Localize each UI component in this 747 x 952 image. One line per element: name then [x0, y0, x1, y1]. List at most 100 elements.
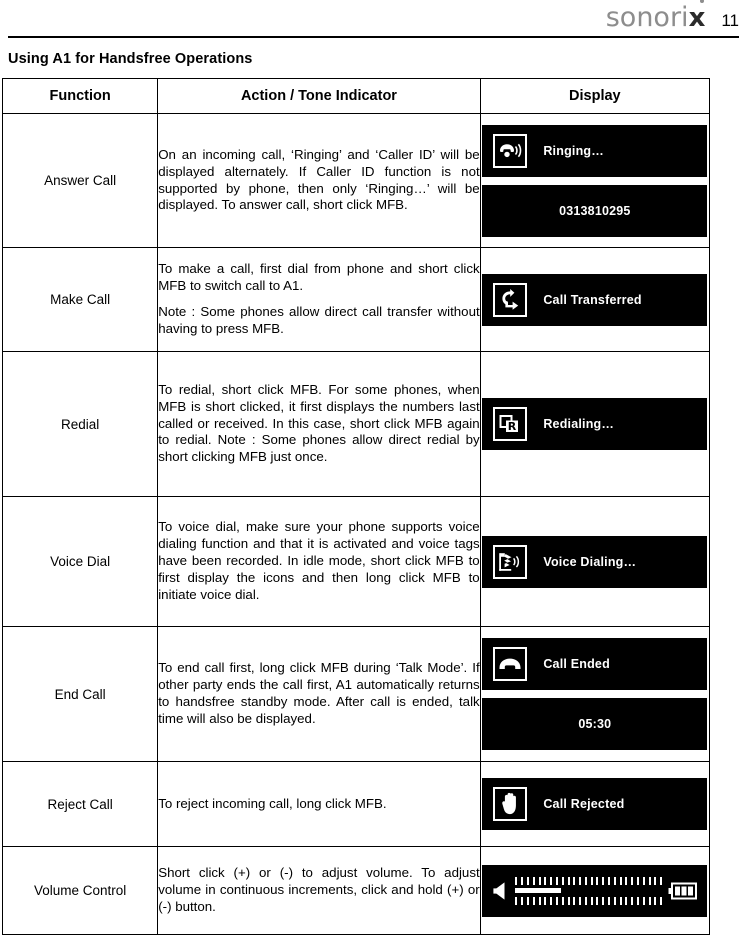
volume-tick: [637, 896, 640, 905]
volume-row: [482, 876, 707, 906]
volume-tick: [573, 896, 576, 905]
column-header-display: Display: [479, 78, 711, 114]
volume-tick: [584, 876, 587, 885]
volume-tick: [521, 876, 524, 885]
brand-block: sonorix 11: [605, 0, 739, 33]
lcd-panel-volume: [482, 864, 708, 917]
table-row: Reject Call To reject incoming call, lon…: [1, 761, 711, 847]
lcd-stack: R Redialing…: [481, 391, 709, 457]
volume-tick: [515, 896, 518, 905]
action-description: To voice dial, make sure your phone supp…: [157, 496, 481, 627]
volume-tick: [602, 896, 605, 905]
volume-tick: [579, 876, 582, 885]
lcd-panel-caller-id: 0313810295: [482, 184, 708, 237]
volume-tick: [642, 896, 645, 905]
volume-tick: [613, 896, 616, 905]
table-row: Volume Control Short click (+) or (-) to…: [1, 846, 711, 935]
volume-tick: [526, 876, 529, 885]
handset-down-icon: [493, 647, 528, 681]
action-paragraph: To redial, short click MFB. For some pho…: [158, 381, 480, 465]
volume-fill-bar: [515, 887, 561, 893]
page-header: sonorix 11: [0, 0, 747, 42]
header-rule: [8, 36, 739, 38]
volume-tick: [660, 896, 663, 905]
volume-tick: [631, 896, 634, 905]
table-row: Make Call To make a call, first dial fro…: [1, 247, 711, 352]
action-paragraph: Note : Some phones allow direct call tra…: [158, 304, 480, 336]
lcd-label: Voice Dialing…: [543, 554, 637, 569]
table-row: Answer Call On an incoming call, ‘Ringin…: [1, 113, 711, 248]
table-row: End Call To end call first, long click M…: [1, 626, 711, 762]
volume-tick: [619, 896, 622, 905]
lcd-panel-voice-dialing: Voice Dialing…: [482, 535, 708, 588]
volume-tick: [608, 896, 611, 905]
lcd-stack: [481, 858, 709, 924]
handsfree-operations-table: Function Action / Tone Indicator Display…: [1, 78, 711, 935]
table-row: Redial To redial, short click MFB. For s…: [1, 351, 711, 497]
volume-tick: [660, 876, 663, 885]
speaker-icon: [493, 881, 505, 900]
lcd-label: 05:30: [578, 717, 612, 731]
volume-tick: [538, 876, 541, 885]
volume-tick: [590, 876, 593, 885]
function-label: End Call: [1, 626, 159, 762]
volume-tick: [544, 896, 547, 905]
volume-tick: [567, 876, 570, 885]
function-label: Voice Dial: [1, 496, 159, 627]
function-label: Redial: [1, 351, 159, 497]
page-number: 11: [721, 11, 739, 30]
volume-tick: [567, 896, 570, 905]
redial-r-icon: R: [493, 407, 528, 441]
action-paragraph: To make a call, first dial from phone an…: [158, 261, 480, 294]
volume-tick: [550, 896, 553, 905]
lcd-panel-call-ended: Call Ended: [482, 638, 708, 690]
volume-tick: [625, 876, 628, 885]
volume-tick: [538, 896, 541, 905]
column-header-function: Function: [1, 78, 159, 114]
column-header-action: Action / Tone Indicator: [157, 78, 481, 114]
display-cell: Ringing… 0313810295: [479, 113, 711, 248]
sonorix-logo: sonorix: [605, 0, 708, 33]
lcd-panel-call-rejected: Call Rejected: [482, 778, 708, 830]
action-paragraph: To end call first, long click MFB during…: [158, 660, 480, 726]
lcd-label: Call Rejected: [543, 797, 625, 811]
volume-tick: [648, 896, 651, 905]
lcd-label: Ringing…: [543, 143, 604, 158]
display-cell: Call Rejected: [479, 761, 711, 847]
function-label: Answer Call: [1, 113, 159, 248]
volume-tick: [573, 876, 576, 885]
table-row: Voice Dial To voice dial, make sure your…: [1, 496, 711, 627]
brand-x-mark: x: [688, 3, 706, 33]
volume-tick: [515, 876, 518, 885]
volume-tick: [596, 896, 599, 905]
lcd-panel-talk-time: 05:30: [482, 698, 708, 750]
action-description: Short click (+) or (-) to adjust volume.…: [157, 846, 481, 935]
lcd-stack: Voice Dialing…: [481, 529, 709, 595]
action-paragraph: On an incoming call, ‘Ringing’ and ‘Call…: [158, 146, 480, 213]
display-cell: R Redialing…: [479, 351, 711, 497]
volume-tick: [555, 876, 558, 885]
lcd-label: 0313810295: [559, 203, 631, 218]
brand-wordmark: sonorix: [605, 2, 706, 33]
action-description: To end call first, long click MFB during…: [157, 626, 481, 762]
volume-tick: [625, 896, 628, 905]
volume-tick: [642, 876, 645, 885]
page-title: Using A1 for Handsfree Operations: [8, 51, 253, 67]
lcd-label: Redialing…: [543, 417, 615, 431]
volume-tick: [654, 896, 657, 905]
volume-tick: [532, 876, 535, 885]
volume-tick: [613, 876, 616, 885]
function-label: Reject Call: [1, 761, 159, 847]
display-cell: Call Ended 05:30: [479, 626, 711, 762]
volume-tick: [550, 876, 553, 885]
volume-tick: [637, 876, 640, 885]
hand-stop-icon: [493, 787, 528, 821]
function-label: Volume Control: [1, 846, 159, 935]
volume-meter[interactable]: [515, 876, 663, 906]
volume-tick: [619, 876, 622, 885]
volume-tick: [608, 876, 611, 885]
lcd-stack: Call Transferred: [481, 267, 709, 333]
volume-ticks-top: [515, 876, 663, 885]
volume-tick: [631, 876, 634, 885]
volume-tick: [648, 876, 651, 885]
